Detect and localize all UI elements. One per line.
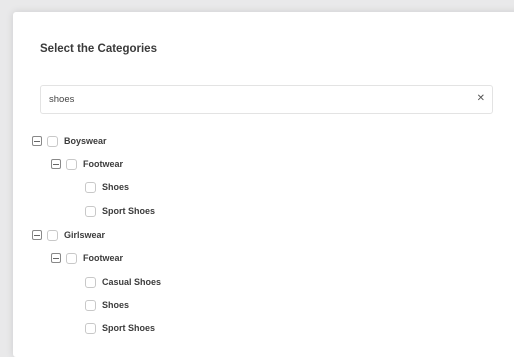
tree-node-boyswear[interactable]: Boyswear [32, 134, 107, 148]
tree-leaf-label: Sport Shoes [102, 323, 156, 333]
collapse-icon[interactable] [51, 159, 61, 169]
checkbox[interactable] [85, 205, 96, 217]
checkbox[interactable] [85, 276, 96, 288]
search-input[interactable]: shoes ✕ [40, 85, 493, 114]
tree-node-label: Girlswear [64, 230, 106, 240]
tree-leaf-label: Casual Shoes [102, 277, 162, 287]
tree-leaf-label: Sport Shoes [102, 206, 156, 216]
checkbox[interactable] [85, 299, 96, 311]
search-input-value[interactable]: shoes [49, 94, 74, 105]
tree-node-label: Boyswear [64, 136, 107, 146]
tree-node-label: Footwear [83, 253, 124, 263]
tree-leaf-label: Shoes [102, 300, 130, 310]
tree-node-girlswear-footwear[interactable]: Footwear [51, 251, 123, 265]
tree-node-label: Footwear [83, 159, 124, 169]
tree-leaf-sport-shoes[interactable]: Sport Shoes [85, 204, 155, 218]
checkbox[interactable] [47, 229, 58, 241]
tree-leaf-sport-shoes[interactable]: Sport Shoes [85, 321, 155, 335]
checkbox[interactable] [47, 135, 58, 147]
tree-leaf-label: Shoes [102, 182, 130, 192]
checkbox[interactable] [85, 181, 96, 193]
checkbox[interactable] [66, 252, 77, 264]
dialog-title: Select the Categories [40, 43, 157, 55]
collapse-icon[interactable] [51, 253, 61, 263]
tree-leaf-shoes[interactable]: Shoes [85, 298, 129, 312]
checkbox[interactable] [66, 158, 77, 170]
close-icon[interactable]: ✕ [477, 93, 485, 105]
checkbox[interactable] [85, 322, 96, 334]
tree-node-girlswear[interactable]: Girlswear [32, 228, 105, 242]
tree-leaf-casual-shoes[interactable]: Casual Shoes [85, 275, 161, 289]
tree-node-boyswear-footwear[interactable]: Footwear [51, 157, 123, 171]
tree-leaf-shoes[interactable]: Shoes [85, 180, 129, 194]
collapse-icon[interactable] [32, 136, 42, 146]
collapse-icon[interactable] [32, 230, 42, 240]
